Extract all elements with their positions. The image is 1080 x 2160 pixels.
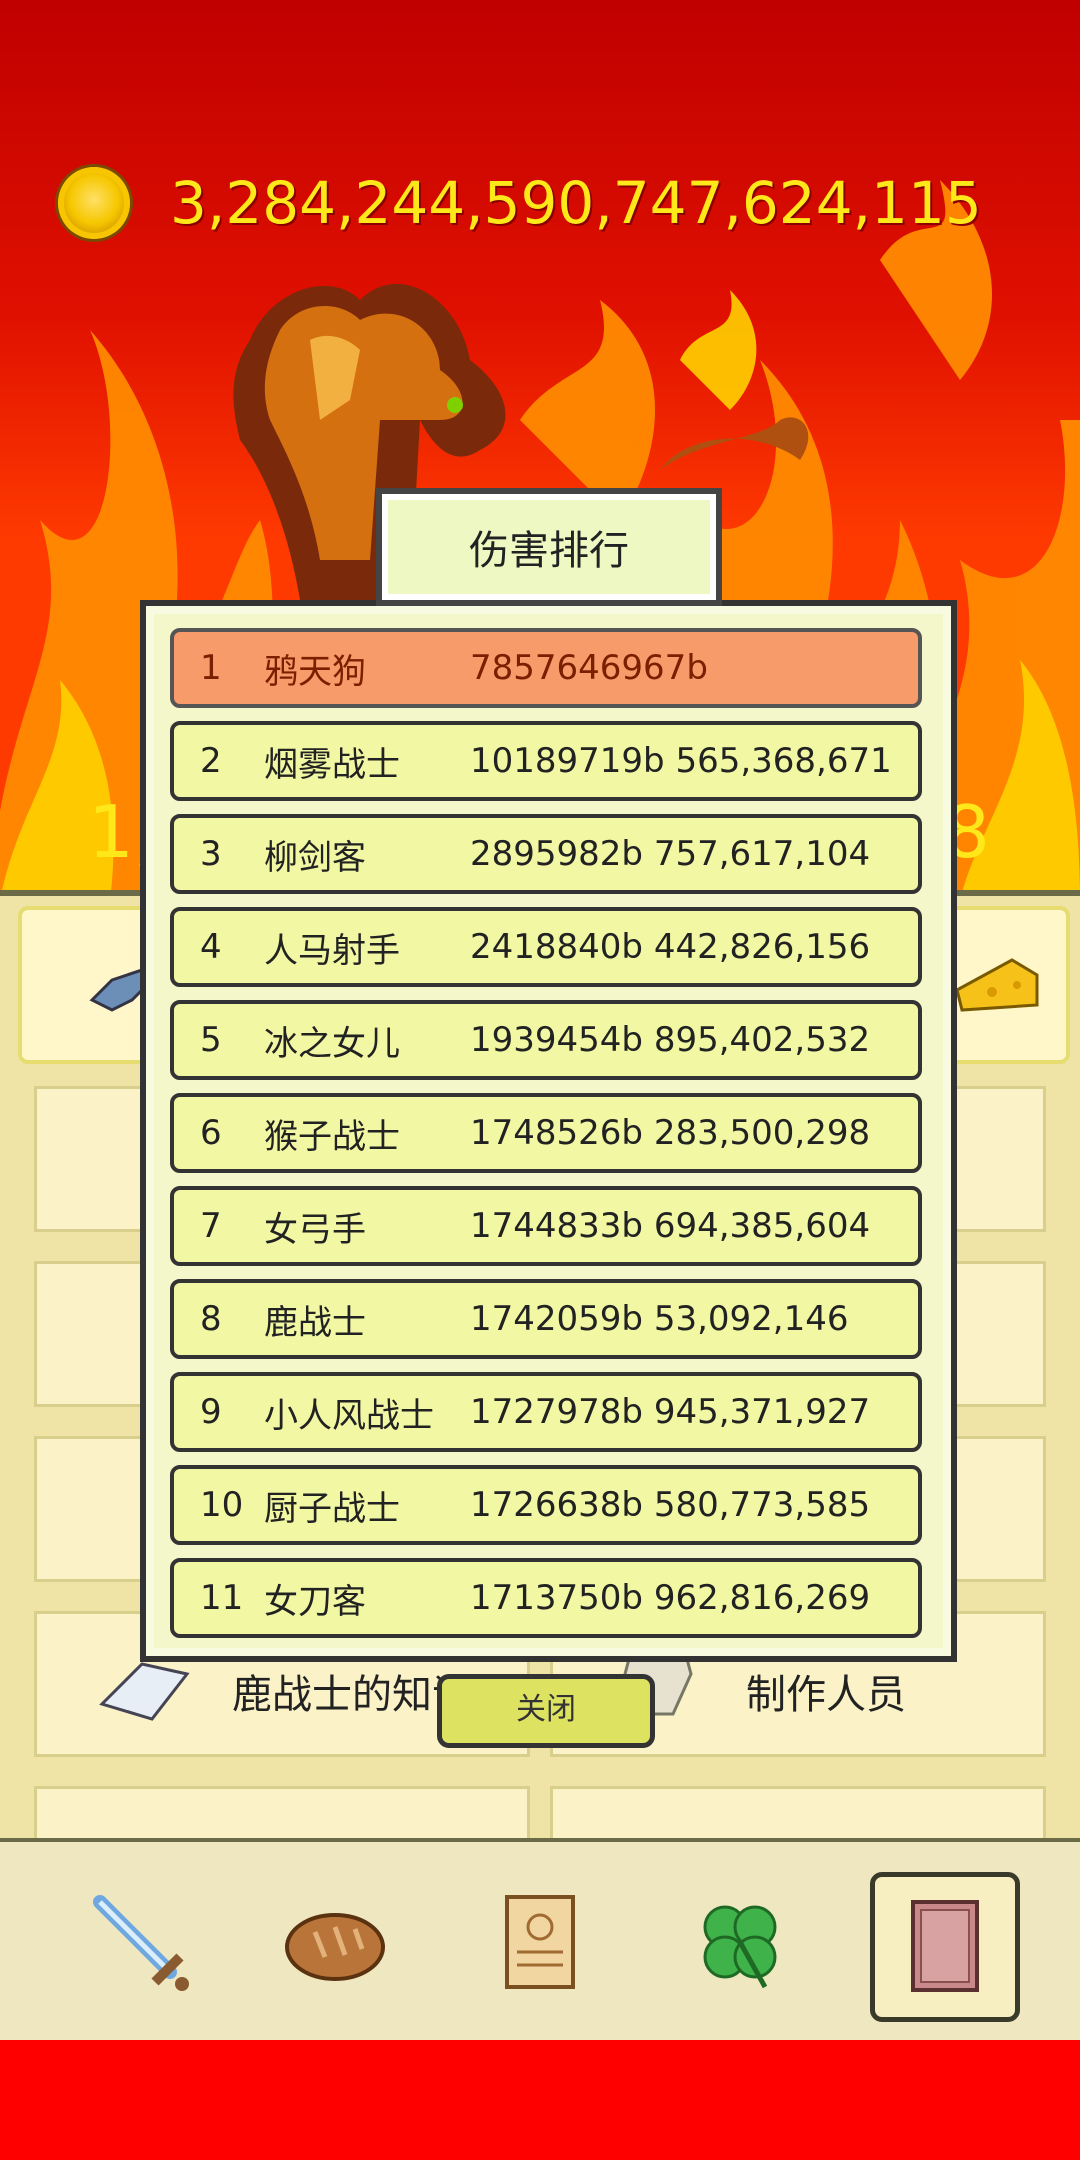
sword-icon (93, 1895, 189, 1991)
nav-sword[interactable] (70, 1872, 210, 2012)
damage-score: 2895982b 757,617,104 (470, 834, 871, 874)
damage-score: 1939454b 895,402,532 (470, 1020, 871, 1060)
ranking-row: 8 鹿战士 1742059b 53,092,146 (170, 1279, 922, 1359)
scroll-icon (505, 1895, 575, 1989)
bread-icon (285, 1913, 385, 1981)
ranking-row: 5 冰之女儿 1939454b 895,402,532 (170, 1000, 922, 1080)
rank-number: 4 (200, 927, 222, 967)
hero-name: 烟雾战士 (264, 744, 400, 785)
gold-coin-icon (58, 167, 130, 239)
rank-number: 8 (200, 1299, 222, 1339)
rank-number: 9 (200, 1392, 222, 1432)
rank-number: 6 (200, 1113, 222, 1153)
nav-clover[interactable] (670, 1872, 810, 2012)
rank-number: 7 (200, 1206, 222, 1246)
rank-number: 11 (200, 1578, 244, 1618)
damage-score: 7857646967b (470, 648, 708, 688)
ranking-row: 10 厨子战士 1726638b 580,773,585 (170, 1465, 922, 1545)
ranking-row: 1 鸦天狗 7857646967b (170, 628, 922, 708)
ranking-row: 2 烟雾战士 10189719b 565,368,671 (170, 721, 922, 801)
damage-score: 1713750b 962,816,269 (470, 1578, 871, 1618)
currency-amount: 3,284,244,590,747,624,115 (170, 169, 982, 237)
rank-number: 2 (200, 741, 222, 781)
hero-name: 柳剑客 (264, 837, 366, 878)
nav-scroll[interactable] (470, 1872, 610, 2012)
hero-name: 鸦天狗 (264, 651, 366, 692)
cheese-icon (955, 958, 1039, 1012)
deer-knowledge-label: 鹿战士的知识 (232, 1672, 472, 1718)
hero-name: 小人风战士 (264, 1395, 434, 1436)
rank-number: 1 (200, 648, 222, 688)
ranking-row: 9 小人风战士 1727978b 945,371,927 (170, 1372, 922, 1452)
credits-label: 制作人员 (746, 1672, 906, 1718)
book-icon (911, 1900, 979, 1992)
ranking-row: 7 女弓手 1744833b 694,385,604 (170, 1186, 922, 1266)
close-button[interactable]: 关闭 (437, 1674, 655, 1748)
hero-name: 女弓手 (264, 1209, 366, 1250)
hero-name: 冰之女儿 (264, 1023, 400, 1064)
damage-score: 1742059b 53,092,146 (470, 1299, 849, 1339)
bottom-border (0, 2040, 1080, 2160)
ranking-row: 6 猴子战士 1748526b 283,500,298 (170, 1093, 922, 1173)
damage-score: 10189719b 565,368,671 (470, 741, 892, 781)
ranking-row: 11 女刀客 1713750b 962,816,269 (170, 1558, 922, 1638)
damage-ranking-dialog: 1 鸦天狗 7857646967b 2 烟雾战士 10189719b 565,368,67… (140, 600, 957, 1662)
currency-display: 3,284,244,590,747,624,115 (58, 166, 982, 240)
damage-score: 1744833b 694,385,604 (470, 1206, 871, 1246)
rank-number: 3 (200, 834, 222, 874)
rank-number: 10 (200, 1485, 244, 1525)
damage-score: 2418840b 442,826,156 (470, 927, 871, 967)
hero-name: 猴子战士 (264, 1116, 400, 1157)
dialog-title: 伤害排行 (376, 488, 722, 606)
ranking-row: 4 人马射手 2418840b 442,826,156 (170, 907, 922, 987)
nav-book[interactable] (870, 1872, 1020, 2022)
hero-name: 女刀客 (264, 1581, 366, 1622)
nav-bread[interactable] (265, 1872, 405, 2012)
damage-score: 1727978b 945,371,927 (470, 1392, 871, 1432)
damage-score: 1748526b 283,500,298 (470, 1113, 871, 1153)
clover-icon (703, 1905, 777, 1989)
hero-name: 厨子战士 (264, 1488, 400, 1529)
damage-score: 1726638b 580,773,585 (470, 1485, 871, 1525)
ranking-row: 3 柳剑客 2895982b 757,617,104 (170, 814, 922, 894)
hero-name: 鹿战士 (264, 1302, 366, 1343)
rank-number: 5 (200, 1020, 222, 1060)
hero-name: 人马射手 (264, 930, 400, 971)
bottom-nav-bar (0, 1838, 1080, 2042)
